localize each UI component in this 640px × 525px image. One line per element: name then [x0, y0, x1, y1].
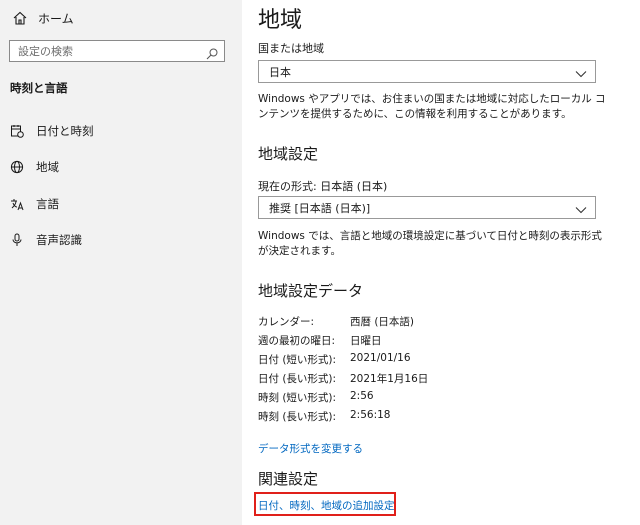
microphone-icon	[10, 233, 24, 247]
data-key: 日付 (短い形式):	[258, 354, 337, 366]
change-data-format-link[interactable]: データ形式を変更する	[258, 441, 363, 456]
country-description: Windows やアプリでは、お住まいの国または地域に対応したローカル コンテン…	[258, 93, 606, 120]
country-dropdown[interactable]: 日本	[258, 60, 596, 83]
calendar-clock-icon	[10, 124, 24, 138]
data-key: 日付 (長い形式):	[258, 373, 337, 385]
sidebar-item-label: 音声認識	[36, 233, 82, 247]
chevron-down-icon	[575, 68, 587, 77]
globe-icon	[10, 160, 24, 174]
data-value: 2:56	[350, 390, 374, 402]
data-value: 日曜日	[350, 335, 382, 347]
sidebar-item-speech[interactable]: 音声認識	[10, 230, 82, 250]
sidebar-item-label: 地域	[36, 160, 59, 174]
format-description: Windows では、言語と地域の環境設定に基づいて日付と時刻の表示形式が決定さ…	[258, 230, 602, 257]
sidebar-item-date-time[interactable]: 日付と時刻	[10, 121, 94, 141]
data-key: 時刻 (長い形式):	[258, 411, 337, 423]
sidebar-item-region[interactable]: 地域	[10, 157, 59, 177]
sidebar-item-label: 日付と時刻	[36, 124, 94, 138]
additional-date-time-region-settings-link[interactable]: 日付、時刻、地域の追加設定	[258, 498, 395, 513]
data-value: 2021/01/16	[350, 352, 411, 364]
related-settings-heading: 関連設定	[258, 470, 319, 488]
search-placeholder: 設定の検索	[18, 45, 73, 58]
search-icon[interactable]	[206, 45, 218, 60]
sidebar: ホーム 設定の検索 時刻と言語 日付と時刻 地域 言語 音声認識	[0, 0, 242, 525]
sidebar-section-title: 時刻と言語	[10, 81, 68, 95]
page-title: 地域	[258, 8, 303, 33]
regional-format-dropdown[interactable]: 推奨 [日本語 (日本)]	[258, 196, 596, 219]
country-value: 日本	[269, 65, 291, 79]
current-format-label: 現在の形式: 日本語 (日本)	[258, 180, 388, 193]
data-value: 2021年1月16日	[350, 373, 429, 385]
sidebar-item-label: 言語	[36, 197, 59, 211]
home-icon	[12, 10, 28, 26]
search-input[interactable]: 設定の検索	[9, 40, 225, 62]
chevron-down-icon	[575, 204, 587, 213]
language-icon	[10, 197, 24, 211]
regional-format-heading: 地域設定	[258, 145, 319, 163]
home-label: ホーム	[38, 11, 74, 26]
sidebar-item-language[interactable]: 言語	[10, 194, 59, 214]
data-key: カレンダー:	[258, 316, 315, 328]
country-label: 国または地域	[258, 42, 324, 55]
home-nav[interactable]: ホーム	[12, 8, 74, 28]
main-panel: 地域 国または地域 日本 Windows やアプリでは、お住まいの国または地域に…	[242, 0, 640, 525]
data-value: 2:56:18	[350, 409, 391, 421]
data-key: 時刻 (短い形式):	[258, 392, 337, 404]
data-value: 西暦 (日本語)	[350, 316, 415, 328]
regional-data-heading: 地域設定データ	[258, 282, 364, 300]
data-key: 週の最初の曜日:	[258, 335, 336, 347]
format-value: 推奨 [日本語 (日本)]	[269, 201, 371, 215]
